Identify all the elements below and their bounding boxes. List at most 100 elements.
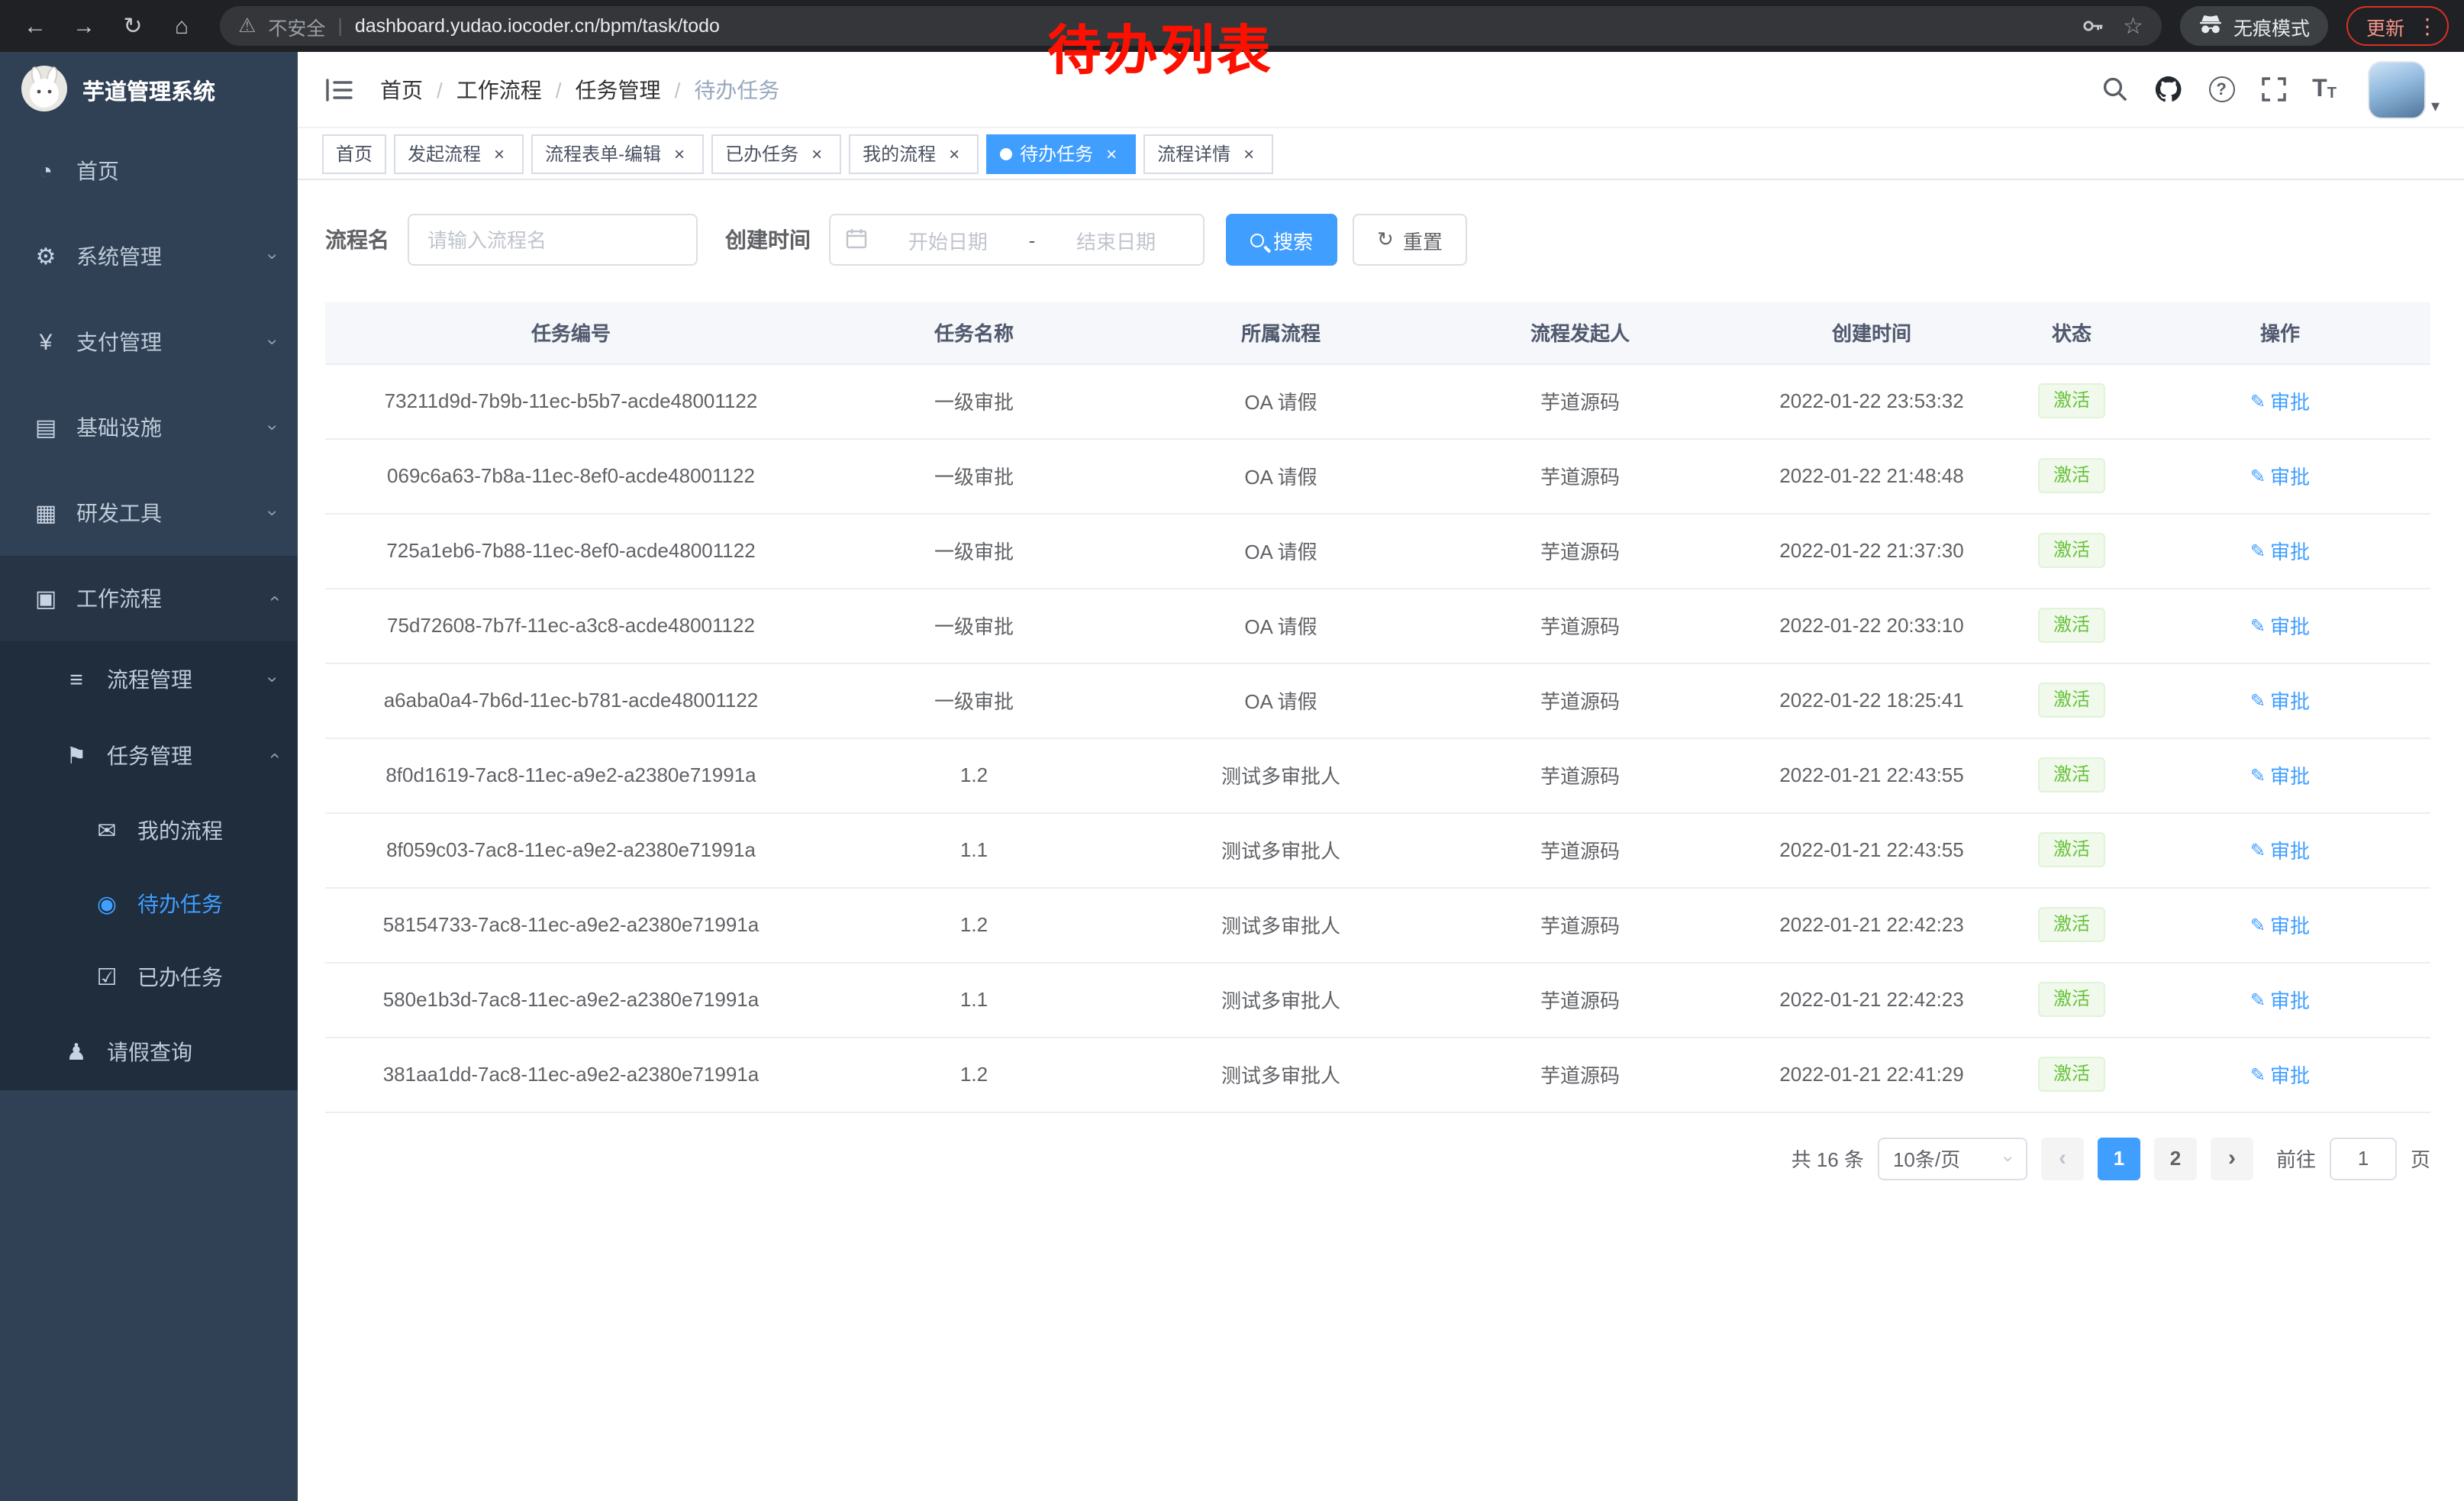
chevron-down-icon: ›	[263, 339, 284, 345]
tags-view: 首页发起流程×流程表单-编辑×已办任务×我的流程×待办任务×流程详情×	[298, 128, 2464, 180]
tab-process-detail[interactable]: 流程详情×	[1143, 134, 1273, 173]
sidebar-item-task-management[interactable]: ⚑任务管理›	[0, 718, 298, 794]
close-icon[interactable]: ×	[806, 143, 827, 164]
sidebar-item-dev-tools[interactable]: ▦研发工具›	[0, 470, 298, 556]
table-row: 069c6a63-7b8a-11ec-8ef0-acde48001122一级审批…	[325, 438, 2430, 513]
tab-todo-tasks[interactable]: 待办任务×	[986, 134, 1136, 173]
update-button[interactable]: 更新 ⋮	[2346, 6, 2449, 46]
cell-created-time: 2022-01-21 22:42:23	[1730, 962, 2014, 1037]
page-2-button[interactable]: 2	[2154, 1137, 2197, 1180]
close-icon[interactable]: ×	[943, 143, 965, 164]
date-range-picker[interactable]: 开始日期 - 结束日期	[829, 214, 1205, 266]
sidebar: 芋道管理系统 ◔首页⚙系统管理›¥支付管理›▤基础设施›▦研发工具›▣工作流程›…	[0, 52, 298, 1501]
cell-task-name: 一级审批	[817, 663, 1131, 738]
tab-done-tasks[interactable]: 已办任务×	[711, 134, 841, 173]
cell-task-id: 8f059c03-7ac8-11ec-a9e2-a2380e71991a	[325, 812, 817, 887]
password-key-icon[interactable]	[2080, 14, 2104, 38]
sidebar-item-workflow[interactable]: ▣工作流程›	[0, 556, 298, 641]
forward-icon[interactable]: →	[64, 6, 104, 46]
sidebar-item-home[interactable]: ◔首页	[0, 128, 298, 214]
close-icon[interactable]: ×	[669, 143, 690, 164]
sidebar-item-todo-tasks[interactable]: ◉待办任务	[0, 867, 298, 941]
goto-page-input[interactable]	[2330, 1137, 2397, 1180]
approve-link[interactable]: ✎审批	[2250, 386, 2310, 415]
page-size-select[interactable]: 10条/页 ›	[1878, 1137, 2027, 1180]
reload-icon[interactable]: ↻	[113, 6, 153, 46]
page-1-button[interactable]: 1	[2098, 1137, 2140, 1180]
browser-nav-buttons: ←→↻⌂	[15, 6, 202, 46]
close-icon[interactable]: ×	[489, 143, 510, 164]
column-header: 操作	[2130, 302, 2430, 363]
total-count: 共 16 条	[1792, 1144, 1864, 1173]
process-name-input[interactable]	[408, 214, 698, 266]
approve-link[interactable]: ✎审批	[2250, 985, 2310, 1014]
approve-link[interactable]: ✎审批	[2250, 1060, 2310, 1089]
user-menu[interactable]: ▾	[2369, 60, 2440, 118]
search-button[interactable]: 搜索	[1226, 214, 1337, 266]
cell-task-id: 381aa1dd-7ac8-11ec-a9e2-a2380e71991a	[325, 1037, 817, 1112]
search-icon[interactable]	[2101, 76, 2127, 102]
cell-created-time: 2022-01-22 20:33:10	[1730, 588, 2014, 663]
sidebar-item-infrastructure[interactable]: ▤基础设施›	[0, 385, 298, 470]
tab-start-process[interactable]: 发起流程×	[394, 134, 524, 173]
close-icon[interactable]: ×	[1238, 143, 1259, 164]
chevron-up-icon: ›	[263, 596, 284, 602]
github-icon[interactable]	[2153, 75, 2182, 104]
status-badge: 激活	[2038, 1057, 2105, 1092]
approve-link[interactable]: ✎审批	[2250, 760, 2310, 789]
tab-home[interactable]: 首页	[322, 134, 386, 173]
approve-link[interactable]: ✎审批	[2250, 536, 2310, 565]
table-row: 75d72608-7b7f-11ec-a3c8-acde48001122一级审批…	[325, 588, 2430, 663]
sidebar-item-system-management[interactable]: ⚙系统管理›	[0, 214, 298, 299]
status-badge: 激活	[2038, 832, 2105, 867]
sidebar-collapse-icon[interactable]	[322, 73, 356, 106]
cell-task-name: 一级审批	[817, 588, 1131, 663]
breadcrumb-item-home[interactable]: 首页	[380, 74, 423, 105]
caret-down-icon: ▾	[2431, 95, 2440, 118]
next-page-button[interactable]: ›	[2211, 1137, 2253, 1180]
cell-initiator: 芋道源码	[1430, 363, 1730, 438]
sidebar-item-process-management[interactable]: ≡流程管理›	[0, 641, 298, 718]
kebab-menu-icon[interactable]: ⋮	[2414, 13, 2441, 39]
font-size-icon[interactable]: TT	[2312, 77, 2337, 102]
breadcrumb-item-workflow[interactable]: 工作流程	[456, 74, 542, 105]
edit-icon: ✎	[2250, 989, 2266, 1010]
edit-icon: ✎	[2250, 764, 2266, 786]
sidebar-item-done-tasks[interactable]: ☑已办任务	[0, 941, 298, 1014]
sidebar-item-leave-query[interactable]: ♟请假查询	[0, 1014, 298, 1090]
pager-pages: 12	[2098, 1137, 2197, 1180]
chevron-down-icon: ›	[1998, 1155, 2020, 1161]
app-logo[interactable]: 芋道管理系统	[0, 52, 298, 128]
dashboard-icon: ◔	[31, 158, 61, 184]
prev-page-button[interactable]: ‹	[2041, 1137, 2084, 1180]
sidebar-item-payment-management[interactable]: ¥支付管理›	[0, 299, 298, 385]
approve-link[interactable]: ✎审批	[2250, 835, 2310, 864]
annotation-text: 待办列表	[1047, 8, 1273, 86]
back-icon[interactable]: ←	[15, 6, 55, 46]
cell-initiator: 芋道源码	[1430, 663, 1730, 738]
help-icon[interactable]: ?	[2208, 76, 2234, 102]
cell-initiator: 芋道源码	[1430, 1037, 1730, 1112]
approve-link[interactable]: ✎审批	[2250, 461, 2310, 490]
cell-task-name: 一级审批	[817, 438, 1131, 513]
close-icon[interactable]: ×	[1101, 143, 1122, 164]
approve-link[interactable]: ✎审批	[2250, 910, 2310, 939]
bookmark-star-icon[interactable]: ☆	[2123, 12, 2143, 40]
breadcrumb-item-task-management[interactable]: 任务管理	[576, 74, 661, 105]
tab-my-process[interactable]: 我的流程×	[849, 134, 979, 173]
breadcrumb-separator: /	[675, 77, 681, 102]
table-row: 73211d9d-7b9b-11ec-b5b7-acde48001122一级审批…	[325, 363, 2430, 438]
fullscreen-icon[interactable]	[2260, 76, 2286, 102]
sidebar-item-my-process[interactable]: ✉我的流程	[0, 794, 298, 867]
approve-link[interactable]: ✎审批	[2250, 686, 2310, 715]
avatar[interactable]	[2369, 60, 2427, 118]
tab-form-edit[interactable]: 流程表单-编辑×	[531, 134, 704, 173]
sidebar-menu: ◔首页⚙系统管理›¥支付管理›▤基础设施›▦研发工具›▣工作流程›≡流程管理›⚑…	[0, 128, 298, 1090]
table-row: 725a1eb6-7b88-11ec-8ef0-acde48001122一级审批…	[325, 513, 2430, 588]
reset-button[interactable]: ↻ 重置	[1353, 214, 1467, 266]
calendar-icon	[846, 227, 867, 253]
approve-link[interactable]: ✎审批	[2250, 611, 2310, 640]
yen-icon: ¥	[31, 329, 61, 355]
chevron-down-icon: ›	[263, 510, 284, 516]
home-icon[interactable]: ⌂	[162, 6, 202, 46]
